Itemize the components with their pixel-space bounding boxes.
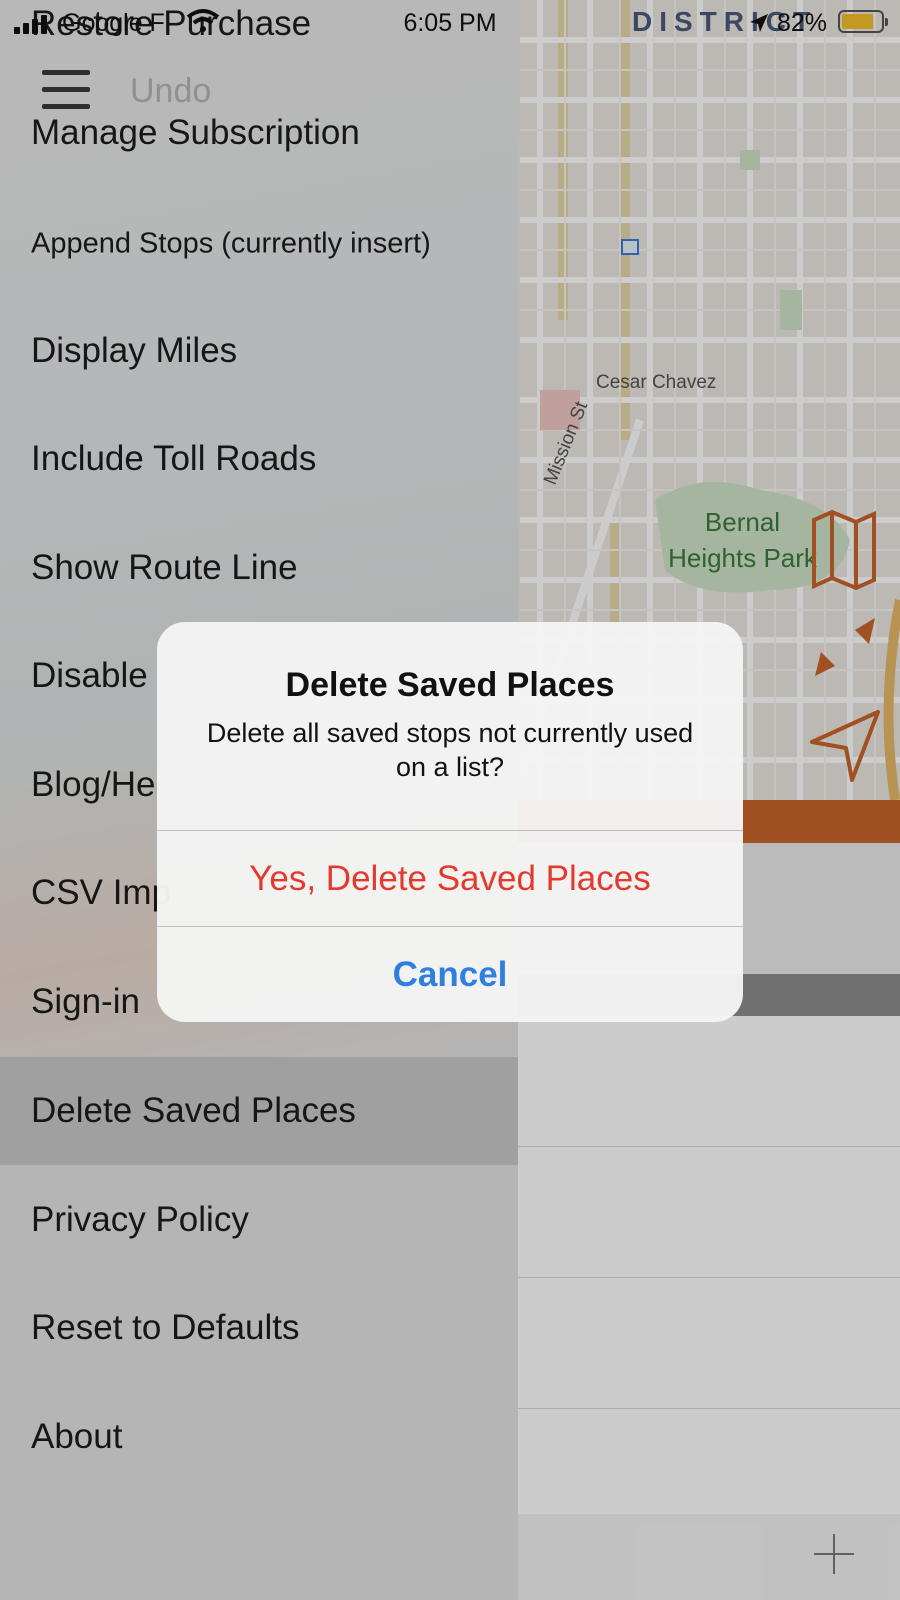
confirm-delete-button[interactable]: Yes, Delete Saved Places <box>157 831 743 926</box>
alert-message: Delete all saved stops not currently use… <box>206 718 694 782</box>
cancel-button[interactable]: Cancel <box>157 927 743 1022</box>
alert-title: Delete Saved Places <box>285 666 615 704</box>
delete-saved-places-alert: Delete Saved Places Delete all saved sto… <box>157 622 743 1022</box>
